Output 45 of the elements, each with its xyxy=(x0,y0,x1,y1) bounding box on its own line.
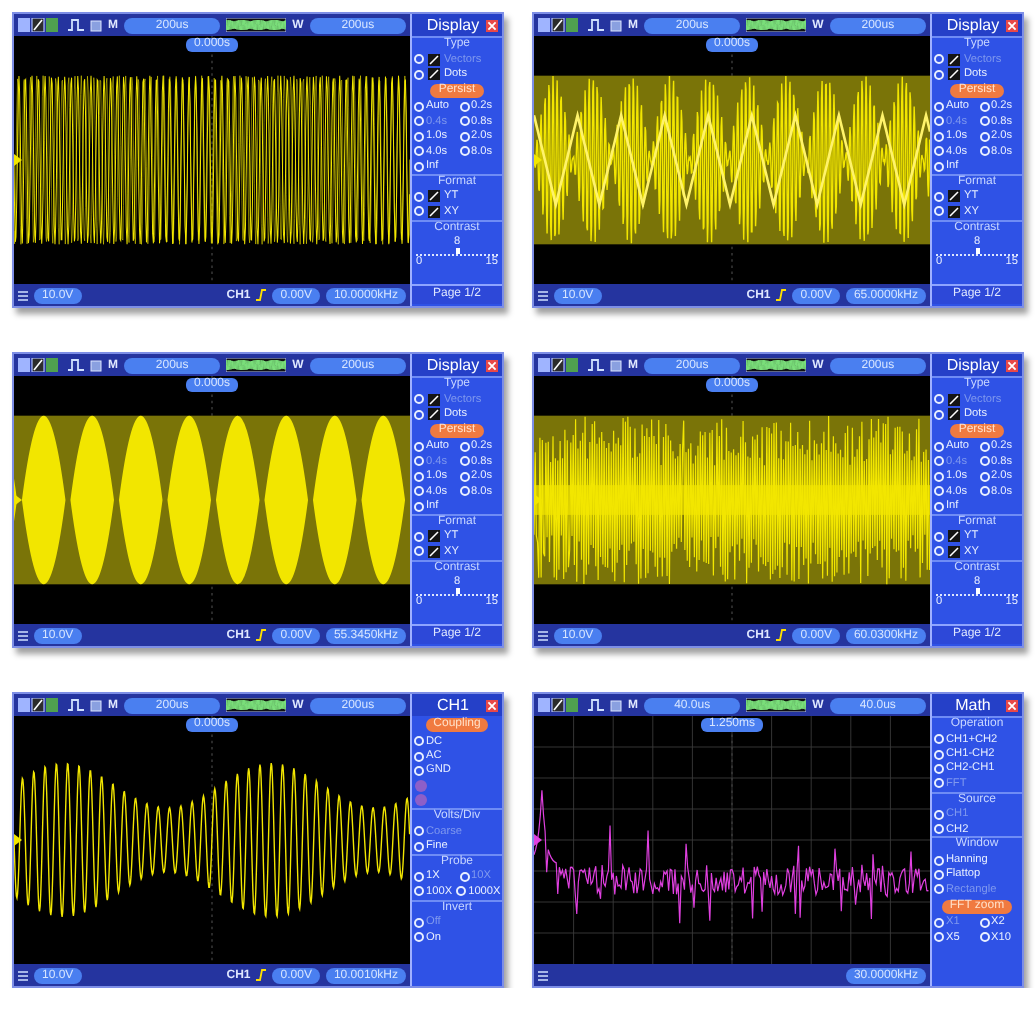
contrast-slider[interactable] xyxy=(416,587,498,596)
menu-icon xyxy=(18,629,28,641)
close-icon[interactable] xyxy=(1006,359,1018,371)
memory-bar-drawing xyxy=(746,358,807,372)
memory-bar-drawing xyxy=(226,18,287,32)
close-icon[interactable] xyxy=(486,699,498,711)
rising-edge-icon xyxy=(256,628,267,642)
memory-bar-drawing xyxy=(746,18,807,32)
memory-bar-drawing xyxy=(746,698,807,712)
close-icon[interactable] xyxy=(486,359,498,371)
menu-title: Display xyxy=(944,356,1002,374)
ground-marker-icon xyxy=(534,834,542,846)
rising-edge-icon xyxy=(776,628,787,642)
close-icon[interactable] xyxy=(1006,699,1018,711)
status-icons-drawing xyxy=(18,358,62,372)
memory-bar-drawing xyxy=(226,358,287,372)
rising-edge-icon xyxy=(256,288,267,302)
contrast-slider[interactable] xyxy=(936,247,1018,256)
close-icon[interactable] xyxy=(486,19,498,31)
menu-icon xyxy=(538,289,548,301)
menu-icon xyxy=(18,969,28,981)
ground-marker-icon xyxy=(534,494,542,506)
menu-title: Display xyxy=(424,356,482,374)
close-icon[interactable] xyxy=(1006,19,1018,31)
status-icons-drawing xyxy=(538,18,582,32)
menu-title: Math xyxy=(953,696,993,714)
contrast-slider[interactable] xyxy=(416,247,498,256)
memory-bar-drawing xyxy=(226,698,287,712)
ground-marker-icon xyxy=(14,494,22,506)
menu-title: Display xyxy=(944,16,1002,34)
status-icons-drawing xyxy=(538,358,582,372)
menu-icon xyxy=(538,629,548,641)
status-icons-drawing xyxy=(538,698,582,712)
rising-edge-icon xyxy=(256,968,267,982)
rising-edge-icon xyxy=(776,288,787,302)
contrast-slider[interactable] xyxy=(936,587,1018,596)
menu-icon xyxy=(538,969,548,981)
ground-marker-icon xyxy=(534,154,542,166)
menu-title: CH1 xyxy=(434,696,471,714)
ground-marker-icon xyxy=(14,834,22,846)
menu-icon xyxy=(18,289,28,301)
status-icons-drawing xyxy=(18,18,62,32)
ground-marker-icon xyxy=(14,154,22,166)
status-icons-drawing xyxy=(18,698,62,712)
menu-title: Display xyxy=(424,16,482,34)
